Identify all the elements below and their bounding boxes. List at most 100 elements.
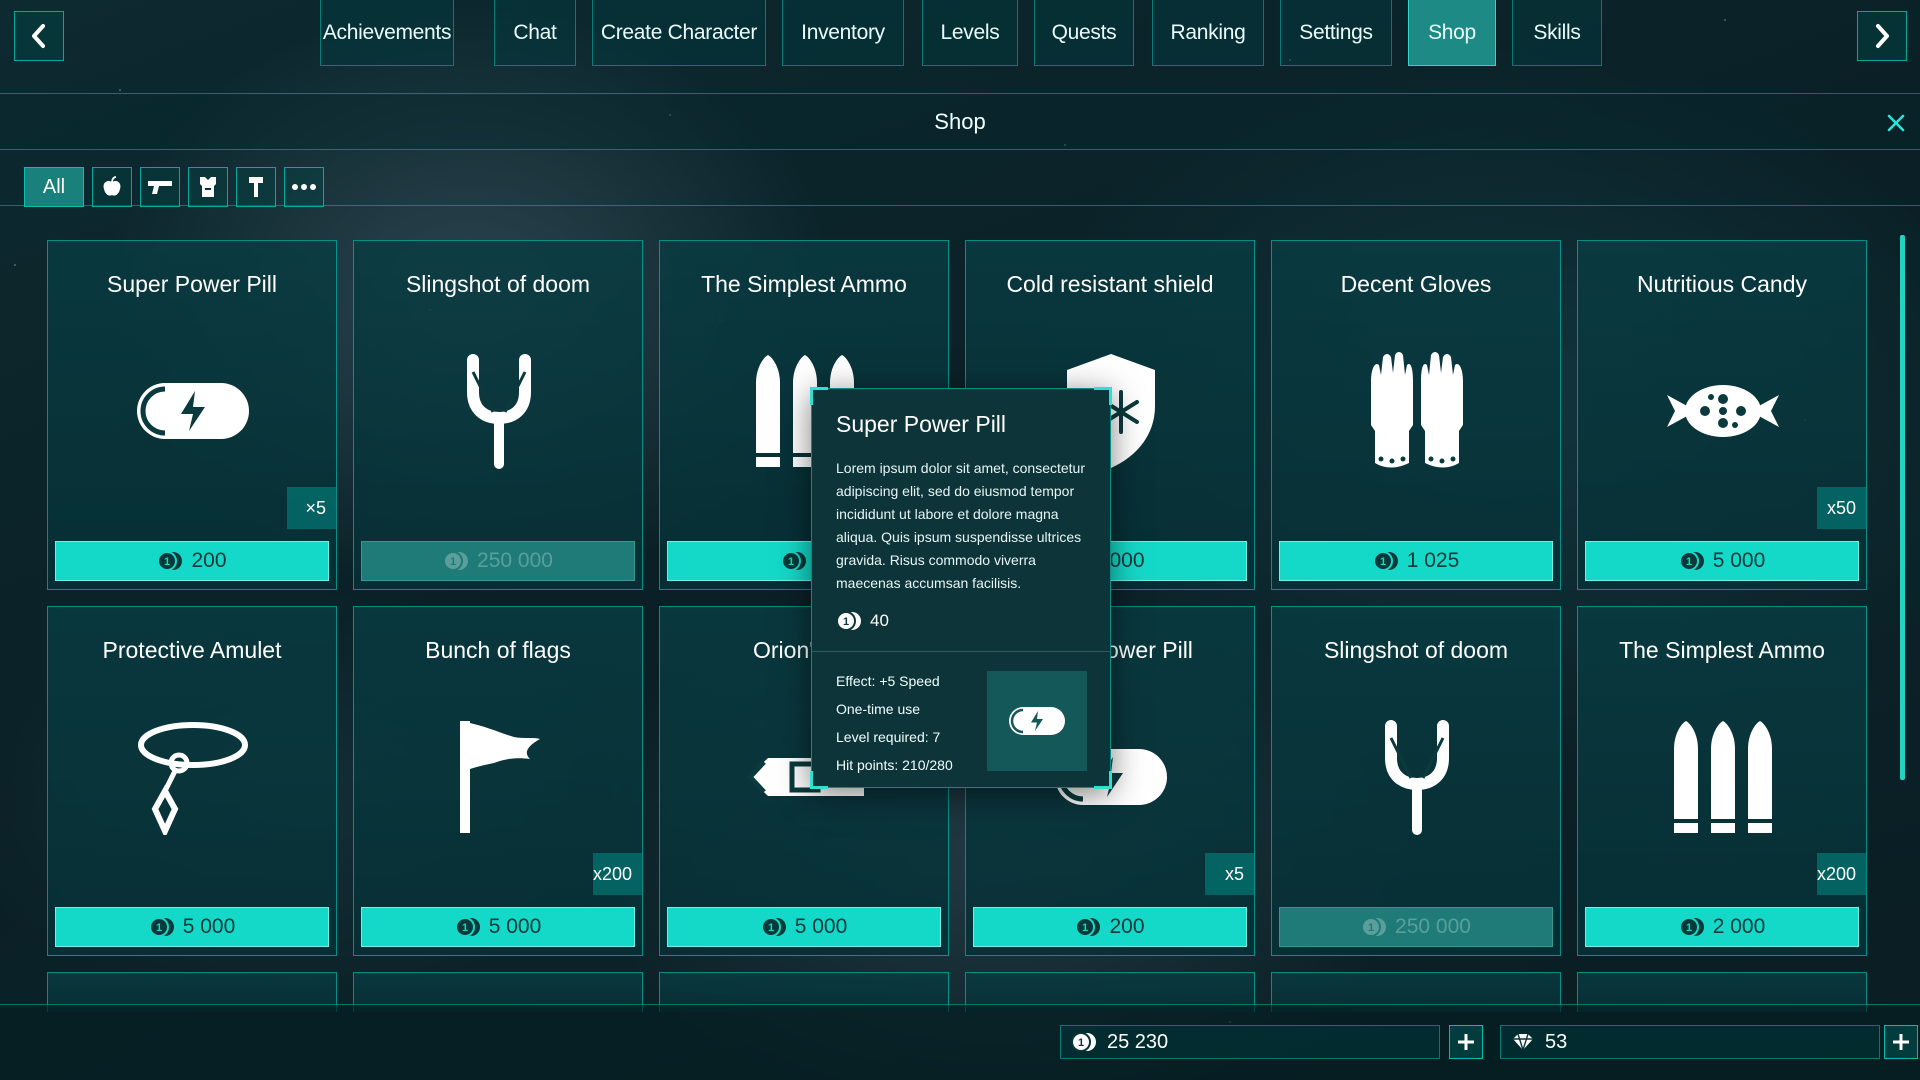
item-name: Slingshot of doom [1323,637,1509,663]
tab-create-character[interactable]: Create Character [592,0,766,66]
item-price: 5 000 [182,915,236,938]
filter-armor-button[interactable] [188,167,228,207]
stat-effect: Effect: +5 Speed [836,673,940,689]
coin-icon: 1 [1678,551,1704,571]
buy-button[interactable]: 1 1 025 [1279,541,1553,581]
gloves-icon [1342,341,1492,481]
item-price: 200 [191,549,227,572]
buy-button[interactable]: 1 5 000 [55,907,329,947]
gem-icon [1513,1033,1533,1051]
coin-icon: 1 [443,551,469,571]
item-name: Cold resistant shield [1006,271,1214,297]
coin-icon: 1 [454,917,480,937]
coin-icon: 1 [836,611,861,631]
filter-food-button[interactable] [92,167,132,207]
add-gems-button[interactable] [1884,1025,1918,1059]
svg-text:1: 1 [1686,556,1692,568]
coin-icon: 1 [1071,1032,1096,1052]
item-name: Decent Gloves [1340,271,1492,297]
scrollbar[interactable] [1900,235,1905,780]
buy-button[interactable]: 1 200 [55,541,329,581]
next-arrow-button[interactable] [1857,11,1907,61]
buy-button[interactable]: 1 2 000 [1585,907,1859,947]
item-name: The Simplest Ammo [701,271,907,297]
tab-levels[interactable]: Levels [922,0,1018,66]
buy-button[interactable]: 1 200 [973,907,1247,947]
tab-quests[interactable]: Quests [1034,0,1134,66]
item-price: 250 000 [477,549,553,572]
apple-icon [103,176,121,196]
buy-button[interactable]: 1 5 000 [667,907,941,947]
item-name: The Simplest Ammo [1619,637,1825,663]
tooltip-corner [1094,771,1112,789]
shop-item-card[interactable]: Bunch of flags x200 1 5 000 [353,606,643,956]
shop-item-card[interactable]: Slingshot of doom 1 250 000 [1271,606,1561,956]
tab-inventory[interactable]: Inventory [782,0,904,66]
shop-item-card[interactable]: Super Power Pill ×5 1 200 [47,240,337,590]
svg-text:1: 1 [1380,556,1386,568]
tab-shop[interactable]: Shop [1408,0,1496,66]
pill-icon [118,341,268,481]
amulet-icon [118,707,268,847]
stat-level: Level required: 7 [836,729,941,745]
tab-settings[interactable]: Settings [1280,0,1392,66]
svg-text:1: 1 [788,556,794,568]
shop-item-card[interactable]: Nutritious Candy x50 1 5 000 [1577,240,1867,590]
filter-label: All [42,175,66,198]
tooltip-divider [812,651,1110,652]
tab-skills[interactable]: Skills [1512,0,1602,66]
coin-icon: 1 [148,917,174,937]
ammo-icon [1648,707,1798,847]
item-price: 5 000 [794,915,848,938]
svg-text:1: 1 [1078,1037,1084,1049]
shop-item-card[interactable]: Protective Amulet 1 5 000 [47,606,337,956]
tab-label: Inventory [801,20,885,44]
tab-chat[interactable]: Chat [494,0,576,66]
coin-icon: 1 [1372,551,1398,571]
filter-more-button[interactable] [284,167,324,207]
tab-label: Create Character [600,20,758,44]
top-navigation: Achievements Chat Create Character Inven… [0,0,1920,94]
quantity-badge: x5 [1184,853,1254,895]
close-button[interactable] [1884,111,1908,135]
buy-button[interactable]: 1 5 000 [361,907,635,947]
quantity-badge: x50 [1796,487,1866,529]
item-name: Bunch of flags [425,637,571,663]
tab-achievements[interactable]: Achievements [320,0,454,66]
gem-balance: 53 [1500,1025,1880,1059]
item-price: 250 000 [1395,915,1471,938]
shop-item-card[interactable]: The Simplest Ammo x200 1 2 000 [1577,606,1867,956]
item-price: 5 000 [488,915,542,938]
pill-icon [1009,707,1065,735]
plus-icon [1458,1034,1474,1050]
slingshot-icon [424,341,574,481]
hammer-icon [249,177,263,197]
filter-tools-button[interactable] [236,167,276,207]
svg-text:1: 1 [164,556,170,568]
item-name: Protective Amulet [102,637,282,663]
filter-weapons-button[interactable] [140,167,180,207]
gun-icon [148,181,172,194]
tab-label: Chat [513,20,557,44]
coin-balance: 1 25 230 [1060,1025,1440,1059]
buy-button[interactable]: 1 250 000 [361,541,635,581]
slingshot-icon [1342,707,1492,847]
shop-item-card[interactable]: Decent Gloves 1 1 025 [1271,240,1561,590]
filter-all-button[interactable]: All [24,167,84,207]
item-price: 000 [1109,549,1145,572]
buy-button[interactable]: 1 250 000 [1279,907,1553,947]
stat-usage: One-time use [836,701,921,717]
item-tooltip: Super Power Pill Lorem ipsum dolor sit a… [810,387,1112,789]
previous-arrow-button[interactable] [14,11,64,61]
tab-ranking[interactable]: Ranking [1152,0,1264,66]
candy-icon [1648,341,1798,481]
buy-button[interactable]: 1 5 000 [1585,541,1859,581]
svg-text:1: 1 [843,616,849,628]
tooltip-corner [810,771,828,789]
tooltip-corner [810,387,828,405]
add-coins-button[interactable] [1449,1025,1483,1059]
close-icon [1887,114,1905,132]
shop-item-card[interactable]: Slingshot of doom 1 250 000 [353,240,643,590]
stat-hit-points: Hit points: 210/280 [836,757,953,773]
quantity-badge: ×5 [266,487,336,529]
